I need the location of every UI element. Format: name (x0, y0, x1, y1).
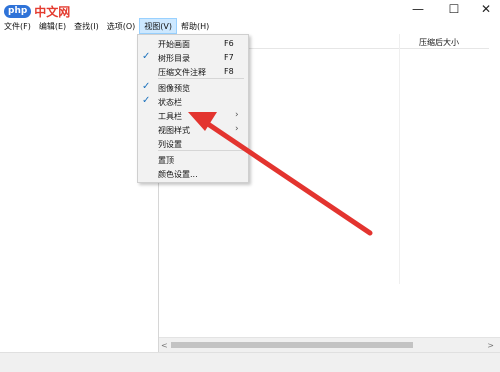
menu-view[interactable]: 视图(V) (139, 18, 178, 34)
menu-options[interactable]: 选项(O) (103, 18, 140, 34)
shortcut-label: F6 (224, 39, 234, 48)
menu-bar: 文件(F) 编辑(E) 查找(I) 选项(O) 视图(V) 帮助(H) (0, 18, 500, 34)
menu-item-column-settings[interactable]: 列设置 › (138, 136, 248, 150)
menu-item-start-screen[interactable]: 开始画面 F6 (138, 36, 248, 50)
title-bar: php 中文网 — ☐ ✕ (0, 0, 500, 19)
scroll-left-icon[interactable]: < (161, 341, 168, 350)
logo-text: 中文网 (34, 4, 71, 19)
menu-item-label: 工具栏 (158, 112, 182, 121)
chevron-right-icon: › (235, 110, 239, 120)
check-icon: ✓ (142, 95, 151, 106)
view-menu-dropdown: 开始画面 F6 ✓ 树形目录 F7 压缩文件注释 F8 ✓ 图像预览 ✓ 状态栏… (137, 34, 249, 183)
close-button[interactable]: ✕ (468, 0, 500, 18)
menu-item-label: 置顶 (158, 156, 174, 165)
menu-item-label: 压缩文件注释 (158, 68, 206, 77)
menu-item-label: 树形目录 (158, 54, 190, 63)
menu-file[interactable]: 文件(F) (0, 18, 35, 34)
menu-item-label: 视图样式 (158, 126, 190, 135)
minimize-icon: — (412, 2, 424, 16)
menu-separator (158, 150, 244, 151)
menu-item-label: 图像预览 (158, 84, 190, 93)
maximize-icon: ☐ (448, 2, 460, 16)
menu-item-label: 颜色设置... (158, 170, 198, 179)
main-content: 压缩后大小 (0, 34, 500, 352)
column-compressed-size[interactable]: 压缩后大小 (419, 37, 459, 48)
chevron-right-icon: › (235, 138, 239, 148)
scroll-right-icon[interactable]: > (487, 341, 494, 350)
folder-tree-pane[interactable] (0, 34, 159, 352)
status-bar (0, 352, 500, 372)
shortcut-label: F7 (224, 53, 234, 62)
menu-item-color-settings[interactable]: 颜色设置... (138, 166, 248, 180)
shortcut-label: F8 (224, 67, 234, 76)
menu-find[interactable]: 查找(I) (70, 18, 103, 34)
menu-item-always-on-top[interactable]: 置顶 (138, 152, 248, 166)
menu-item-label: 开始画面 (158, 40, 190, 49)
menu-item-status-bar[interactable]: ✓ 状态栏 (138, 94, 248, 108)
menu-edit[interactable]: 编辑(E) (35, 18, 70, 34)
chevron-right-icon: › (235, 124, 239, 134)
check-icon: ✓ (142, 81, 151, 92)
menu-item-archive-comment[interactable]: 压缩文件注释 F8 (138, 64, 248, 78)
menu-item-view-style[interactable]: 视图样式 › (138, 122, 248, 136)
menu-item-image-preview[interactable]: ✓ 图像预览 (138, 80, 248, 94)
minimize-button[interactable]: — (400, 0, 436, 18)
menu-item-label: 状态栏 (158, 98, 182, 107)
horizontal-scrollbar[interactable]: < > (159, 337, 500, 352)
scrollbar-thumb[interactable] (171, 342, 413, 348)
menu-item-label: 列设置 (158, 140, 182, 149)
logo-badge: php (4, 4, 32, 18)
check-icon: ✓ (142, 51, 151, 62)
menu-item-toolbar[interactable]: 工具栏 › (138, 108, 248, 122)
menu-separator (158, 78, 244, 79)
close-icon: ✕ (480, 2, 492, 16)
maximize-button[interactable]: ☐ (436, 0, 472, 18)
menu-help[interactable]: 帮助(H) (177, 18, 213, 34)
column-divider (399, 34, 400, 284)
menu-item-tree-view[interactable]: ✓ 树形目录 F7 (138, 50, 248, 64)
